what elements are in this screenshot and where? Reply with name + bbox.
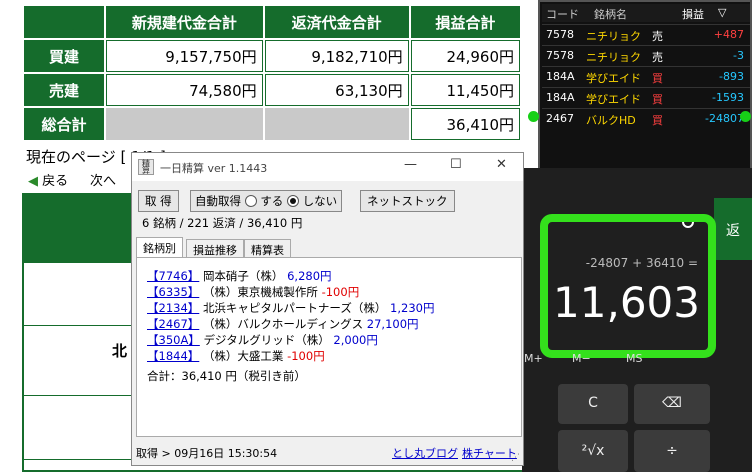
divide-button[interactable]: ÷ [634, 430, 710, 472]
list-item: 【350A】 デジタルグリッド（株） 2,000円 [147, 333, 378, 347]
row-label-sell: 売建 [22, 72, 106, 108]
stock-code-link[interactable]: 【2134】 [147, 301, 199, 315]
row-label-buy: 買建 [22, 38, 106, 74]
tab-by-stock[interactable]: 銘柄別 [136, 237, 183, 257]
radio-on-label[interactable]: する [260, 194, 283, 208]
auto-fetch-group: 自動取得 する しない [190, 190, 343, 212]
list-item: 【2134】 北浜キャピタルパートナーズ（株） 1,230円 [147, 301, 435, 315]
list-item[interactable]: 7578 ニチリョク売 +487 [542, 24, 750, 44]
backspace-button[interactable]: ⌫ [634, 384, 710, 424]
list-item: 【1844】 （株）大盛工業 -100円 [147, 349, 325, 363]
radio-on[interactable] [244, 195, 257, 207]
stock-code-link[interactable]: 【1844】 [147, 349, 199, 363]
tab-settlement-sheet[interactable]: 精算表 [244, 239, 291, 257]
clear-button[interactable]: C [558, 384, 628, 424]
memory-subtract-button[interactable]: M− [572, 352, 591, 365]
header-repay-total: 返済代金合計 [262, 4, 411, 40]
stock-chart-link[interactable]: 株チャート [462, 445, 517, 461]
stock-widget-header: コード 銘柄名 損益 ▽ [542, 4, 750, 22]
table-row: 総合計 36,410円 [22, 106, 523, 142]
cell-value: 36,410円 [408, 106, 523, 142]
cell-value: 24,960円 [408, 38, 523, 74]
minimize-icon[interactable]: — [404, 157, 417, 172]
side-tab[interactable]: 返 [714, 198, 752, 260]
fetch-button[interactable]: 取 得 [138, 190, 179, 212]
list-item[interactable]: 184A 学びエイド買 -1593 [542, 87, 750, 107]
stock-code-link[interactable]: 【350A】 [147, 333, 200, 347]
cell-value: 11,450円 [408, 72, 523, 108]
stock-settlement-list: 【7746】 岡本硝子（株） 6,280円 【6335】 （株）東京機械製作所 … [136, 257, 522, 437]
col-name: 銘柄名 [594, 8, 627, 21]
memory-store-button[interactable]: MS [626, 352, 642, 365]
list-item: 【7746】 岡本硝子（株） 6,280円 [147, 269, 332, 283]
radio-off[interactable] [286, 195, 299, 207]
netstock-button[interactable]: ネットストック [360, 190, 455, 212]
partial-cell-text: 北 [112, 342, 128, 360]
header-new-total: 新規建代金合計 [104, 4, 265, 40]
radio-off-label[interactable]: しない [303, 194, 338, 208]
cell-empty [262, 106, 411, 142]
app-icon: 精算 [138, 159, 154, 175]
stock-code-link[interactable]: 【2467】 [147, 317, 199, 331]
dialog-title: 一日精算 ver 1.1443 [160, 162, 268, 175]
dialog-titlebar[interactable]: 精算 一日精算 ver 1.1443 — ☐ ✕ [132, 153, 523, 181]
summary-table: 新規建代金合計 返済代金合計 損益合計 買建 9,157,750円 9,182,… [22, 4, 523, 142]
auto-fetch-label: 自動取得 [195, 194, 241, 208]
green-dot-marker [528, 111, 539, 122]
col-code: コード [546, 8, 579, 21]
sort-icon[interactable]: ▽ [718, 6, 726, 19]
stock-code-link[interactable]: 【7746】 [147, 269, 199, 283]
memory-add-button[interactable]: M+ [524, 352, 543, 365]
settlement-total: 合計：36,410 円（税引き前） [147, 369, 306, 383]
stock-code-link[interactable]: 【6335】 [147, 285, 199, 299]
settlement-summary: 6 銘柄 / 221 返済 / 36,410 円 [142, 216, 303, 230]
maximize-icon[interactable]: ☐ [450, 157, 462, 172]
tab-pl-history[interactable]: 損益推移 [186, 239, 244, 257]
list-item[interactable]: 2467 バルクHD 買 -24807 [542, 108, 750, 128]
cell-value: 9,182,710円 [262, 38, 411, 74]
close-icon[interactable]: ✕ [496, 157, 507, 172]
left-triangle-icon: ◀ [28, 174, 38, 189]
list-item[interactable]: 184A 学びエイド買 -893 [542, 66, 750, 86]
daily-settlement-dialog: 精算 一日精算 ver 1.1443 — ☐ ✕ 取 得 自動取得 する しない… [131, 152, 524, 466]
list-item: 【6335】 （株）東京機械製作所 -100円 [147, 285, 360, 299]
col-pl[interactable]: 損益 [682, 6, 704, 22]
list-item: 【2467】 （株）バルクホールディングス 27,100円 [147, 317, 419, 331]
header-pl-total: 損益合計 [408, 4, 523, 40]
sqrt-button[interactable]: ²√x [558, 430, 628, 472]
row-label-grand-total: 総合計 [22, 106, 106, 142]
table-corner [22, 4, 106, 40]
back-link[interactable]: ◀ 戻る [28, 170, 68, 189]
next-link[interactable]: 次へ [90, 170, 116, 189]
cell-value: 74,580円 [104, 72, 265, 108]
blog-link[interactable]: とし丸ブログ [392, 445, 458, 461]
highlight-box [540, 214, 716, 358]
cell-value: 9,157,750円 [104, 38, 265, 74]
table-row: 買建 9,157,750円 9,182,710円 24,960円 [22, 38, 523, 74]
cell-empty [104, 106, 265, 142]
resize-grip-icon[interactable]: ⋰ [511, 453, 521, 463]
list-item[interactable]: 7578 ニチリョク売 -3 [542, 45, 750, 65]
green-dot-marker [740, 111, 751, 122]
cell-value: 63,130円 [262, 72, 411, 108]
fetch-status: 取得 > 09月16日 15:30:54 [136, 447, 278, 460]
table-row: 売建 74,580円 63,130円 11,450円 [22, 72, 523, 108]
